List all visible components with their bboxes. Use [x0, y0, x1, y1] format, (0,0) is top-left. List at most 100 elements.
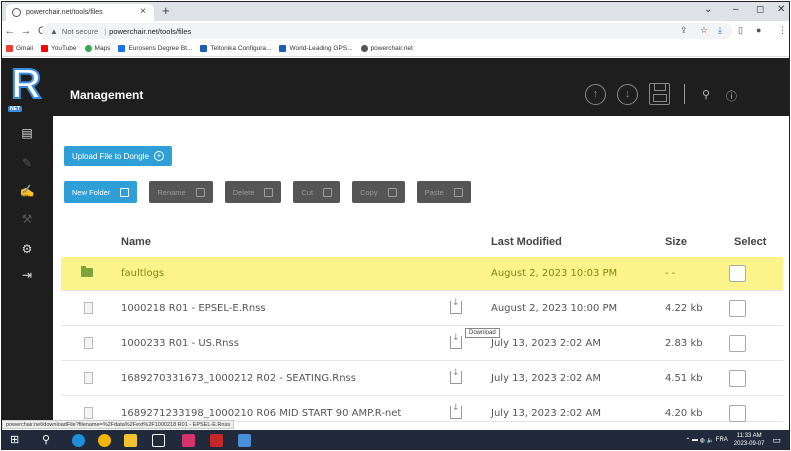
table-row[interactable]: 1689271233198_1000210 R06 MID START 90 A… — [61, 397, 783, 422]
download-icon[interactable] — [450, 333, 462, 349]
bookmark-powerchair[interactable]: powerchair.net — [360, 45, 413, 52]
edge-icon[interactable] — [72, 434, 85, 447]
last-modified: August 2, 2023 10:00 PM — [491, 303, 618, 314]
file-name[interactable]: faultlogs — [121, 268, 164, 279]
copy-button[interactable]: Copy — [352, 181, 405, 203]
eurosens-icon — [118, 45, 126, 52]
volume-icon[interactable]: 🔈 — [707, 437, 714, 444]
profile-icon[interactable]: ● — [756, 25, 761, 35]
file-size: 4.22 kb — [665, 303, 703, 314]
separator: | — [104, 26, 107, 36]
help-icon[interactable]: ⓘ — [726, 88, 737, 104]
file-icon — [84, 302, 93, 314]
bookmarks-bar: Gmail YouTube Maps Eurosens Degree Bt...… — [2, 41, 789, 57]
minimize-button[interactable]: – — [733, 4, 739, 15]
rnet-app-icon[interactable] — [152, 434, 165, 447]
edit-signature-icon: ✍ — [19, 184, 35, 198]
battery-icon[interactable]: ▬ — [692, 437, 698, 443]
bookmark-teltonika-configurator[interactable]: Teltonika Configura... — [200, 45, 271, 52]
download-icon[interactable] — [450, 368, 462, 384]
last-modified: July 13, 2023 2:02 AM — [491, 373, 601, 384]
back-button[interactable]: ← — [2, 25, 18, 37]
close-window-button[interactable]: ✕ — [777, 4, 785, 15]
wrench-icon: ⚒ — [21, 212, 33, 226]
select-checkbox[interactable] — [729, 265, 746, 282]
browser-tab-strip: powerchair.net/tools/files × + ⌄ – ◻ ✕ — [2, 2, 789, 21]
file-name[interactable]: 1000218 R01 - EPSEL-E.Rnss — [121, 303, 266, 314]
teltonika-icon — [279, 45, 287, 52]
bookmark-gmail[interactable]: Gmail — [6, 45, 33, 52]
column-last-modified[interactable]: Last Modified — [491, 236, 562, 248]
delete-button[interactable]: Delete — [224, 181, 282, 203]
chrome-icon[interactable] — [98, 434, 111, 447]
close-tab-icon[interactable]: × — [140, 6, 146, 17]
upload-file-to-dongle-button[interactable]: Upload File to Dongle + — [64, 146, 172, 166]
table-row[interactable]: faultlogs August 2, 2023 10:03 PM - - — [61, 257, 783, 291]
system-tray: ⌃ ▬ ◍ 🔈 FRA 11:33 AM 2023-09-07 ▭ — [685, 432, 781, 448]
button-label: Copy — [360, 187, 378, 197]
bookmark-eurosens[interactable]: Eurosens Degree Bt... — [118, 45, 192, 52]
file-name[interactable]: 1689270331673_1000212 R02 - SEATING.Rnss — [121, 373, 356, 384]
bookmark-star-icon[interactable]: ☆ — [700, 25, 708, 36]
last-modified: August 2, 2023 10:03 PM — [491, 268, 618, 279]
document-icon[interactable]: ▤ — [16, 126, 38, 140]
app-icon[interactable] — [238, 434, 251, 447]
address-bar[interactable]: ▲ Not secure | powerchair.net/tools/file… — [42, 23, 732, 39]
new-folder-button[interactable]: New Folder — [64, 181, 138, 203]
search-icon[interactable]: ⚲ — [42, 434, 55, 447]
paste-button[interactable]: Paste — [416, 181, 471, 203]
select-checkbox[interactable] — [729, 370, 746, 387]
sidepanel-icon[interactable]: ▯ — [738, 25, 743, 36]
clock-date: 2023-09-07 — [733, 441, 765, 447]
bookmark-maps[interactable]: Maps — [84, 45, 110, 52]
button-label: New Folder — [72, 187, 111, 197]
language-indicator[interactable]: FRA — [716, 437, 728, 443]
table-row[interactable]: 1000233 R01 - US.Rnss July 13, 2023 2:02… — [61, 327, 783, 361]
browser-tab[interactable]: powerchair.net/tools/files × — [6, 4, 154, 21]
bookmark-world-leading-gps[interactable]: World-Leading GPS... — [279, 45, 353, 52]
mail-icon[interactable] — [182, 434, 195, 447]
download-arrow-icon[interactable]: ↓ — [617, 84, 638, 105]
column-name[interactable]: Name — [121, 236, 151, 248]
windows-start-icon[interactable]: ⊞ — [10, 434, 23, 447]
upload-arrow-icon[interactable]: ↑ — [585, 84, 606, 105]
forward-button[interactable]: → — [18, 25, 34, 37]
search-icon[interactable]: ⚲ — [702, 88, 710, 101]
select-checkbox[interactable] — [729, 300, 746, 317]
app-icon[interactable] — [210, 434, 223, 447]
file-explorer-icon[interactable] — [124, 434, 137, 447]
download-icon[interactable] — [450, 298, 462, 314]
tab-search-icon[interactable]: ⌄ — [704, 4, 712, 15]
bookmark-youtube[interactable]: YouTube — [40, 45, 77, 52]
column-size[interactable]: Size — [665, 236, 687, 248]
clock[interactable]: 11:33 AM 2023-09-07 — [734, 432, 765, 448]
rename-button[interactable]: Rename — [149, 181, 213, 203]
menu-icon[interactable]: ⋮ — [778, 25, 787, 36]
bookmark-label: powerchair.net — [370, 45, 413, 52]
gear-icon[interactable]: ⚙ — [16, 242, 38, 256]
chevron-up-icon[interactable]: ⌃ — [685, 437, 690, 444]
gmail-icon — [6, 45, 13, 52]
cut-button[interactable]: Cut — [293, 181, 341, 203]
file-name[interactable]: 1689271233198_1000210 R06 MID START 90 A… — [121, 408, 401, 419]
download-icon[interactable] — [450, 403, 462, 419]
select-checkbox[interactable] — [729, 405, 746, 422]
rnet-logo: R NET — [8, 59, 50, 114]
file-name[interactable]: 1000233 R01 - US.Rnss — [121, 338, 239, 349]
select-checkbox[interactable] — [729, 335, 746, 352]
network-icon[interactable]: ◍ — [700, 437, 705, 444]
table-row[interactable]: 1689270331673_1000212 R02 - SEATING.Rnss… — [61, 362, 783, 396]
download-icon[interactable]: ⤓ — [718, 25, 722, 36]
logo-letter: R — [10, 59, 42, 108]
maximize-button[interactable]: ◻ — [756, 4, 764, 15]
table-row[interactable]: 1000218 R01 - EPSEL-E.Rnss August 2, 202… — [61, 292, 783, 326]
save-icon[interactable] — [649, 83, 670, 105]
new-tab-button[interactable]: + — [162, 3, 170, 18]
file-size: 4.51 kb — [665, 373, 703, 384]
sidebar: ▤ ✎ ✍ ⚒ ⚙ ⇥ — [2, 116, 53, 422]
screen: powerchair.net/tools/files × + ⌄ – ◻ ✕ ←… — [1, 1, 790, 450]
bookmark-label: World-Leading GPS... — [289, 45, 353, 52]
share-icon[interactable]: ⇪ — [680, 25, 688, 36]
notification-icon[interactable]: ▭ — [772, 435, 781, 446]
logout-icon[interactable]: ⇥ — [16, 268, 38, 282]
